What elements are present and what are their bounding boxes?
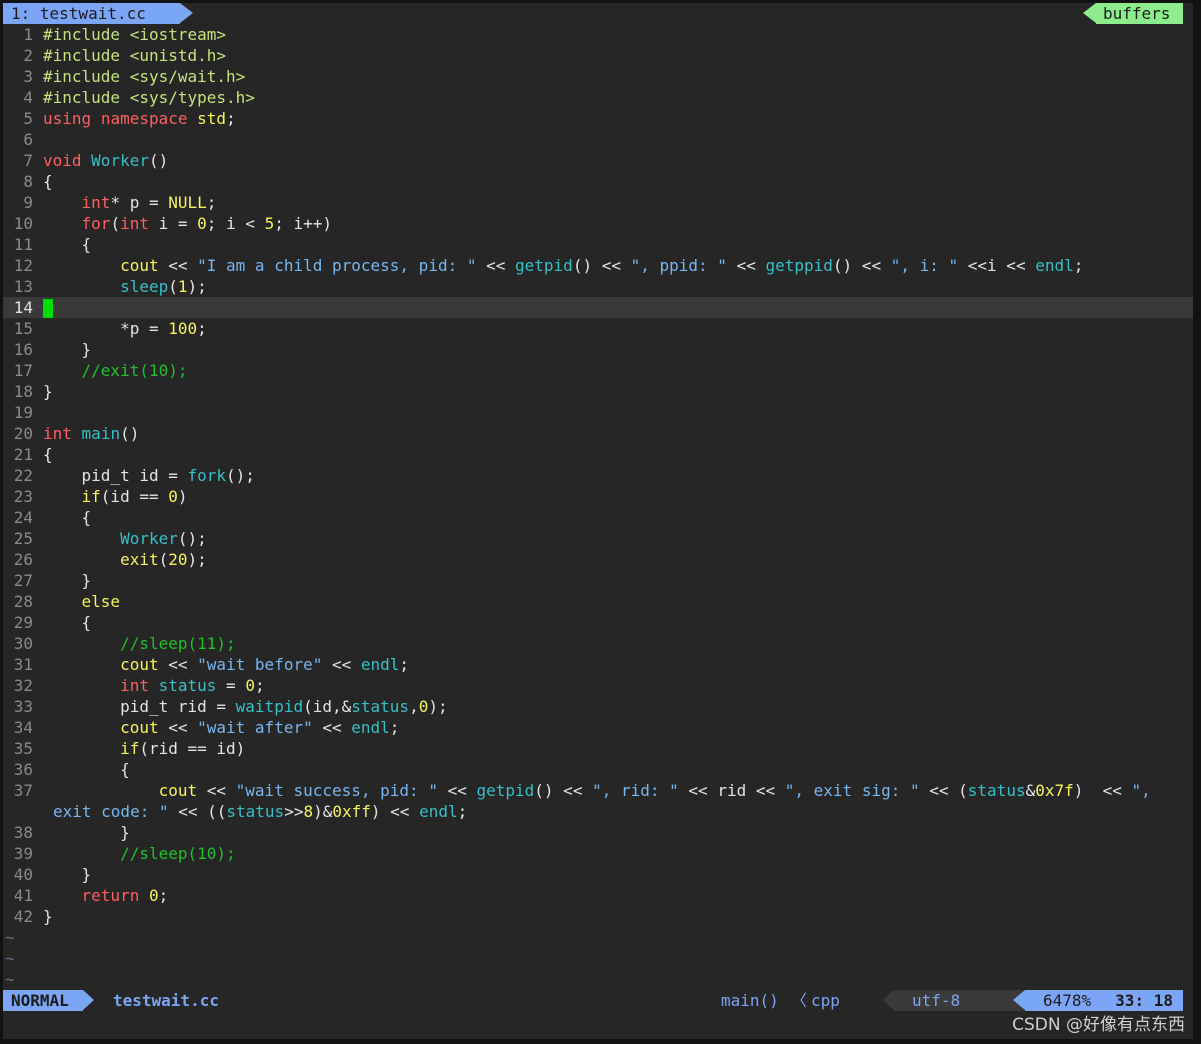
code-line: 2 #include <unistd.h> bbox=[23, 46, 227, 65]
status-encoding: utf-8 bbox=[894, 990, 1024, 1011]
code-line: 34 cout << "wait after" << endl; bbox=[13, 718, 400, 737]
position-arrow-separator bbox=[1013, 990, 1025, 1010]
code-line: 5 using namespace std; bbox=[23, 109, 236, 128]
status-function: main() bbox=[721, 991, 779, 1010]
status-position: 6478% 33: 18 bbox=[1025, 990, 1183, 1011]
code-line: 30 //sleep(11); bbox=[13, 634, 236, 653]
code-line: 11 { bbox=[13, 235, 92, 254]
code-line: 17 //exit(10); bbox=[13, 361, 188, 380]
code-line: 42} bbox=[13, 907, 53, 926]
code-line: 25 Worker(); bbox=[13, 529, 207, 548]
status-cursor-position: 33: 18 bbox=[1115, 991, 1173, 1010]
code-line: 32 int status = 0; bbox=[13, 676, 265, 695]
terminal-window: 1: testwait.cc buffers 1 #include <iostre… bbox=[3, 3, 1193, 1039]
code-line: 18} bbox=[13, 382, 53, 401]
encoding-arrow-separator bbox=[883, 990, 894, 1010]
code-line: 37 cout << "wait success, pid: " << getp… bbox=[13, 781, 1151, 800]
code-line: 9 int* p = NULL; bbox=[23, 193, 217, 212]
code-line: 26 exit(20); bbox=[13, 550, 207, 569]
code-line: 41 return 0; bbox=[13, 886, 169, 905]
code-line: 10 for(int i = 0; i < 5; i++) bbox=[13, 214, 333, 233]
buffers-arrow-separator bbox=[1083, 3, 1096, 23]
code-line: 39 //sleep(10); bbox=[13, 844, 236, 863]
text-cursor bbox=[43, 299, 53, 318]
code-line: 22 pid_t id = fork(); bbox=[13, 466, 255, 485]
empty-line-marker: ~ bbox=[5, 949, 15, 968]
status-filename: testwait.cc bbox=[113, 991, 219, 1010]
code-line: 13 sleep(1); bbox=[13, 277, 207, 296]
mode-arrow-separator bbox=[83, 990, 94, 1010]
code-line: 16 } bbox=[13, 340, 92, 359]
code-line: 35 if(rid == id) bbox=[13, 739, 246, 758]
code-line: 12 cout << "I am a child process, pid: "… bbox=[13, 256, 1084, 275]
code-line: 24 { bbox=[13, 508, 92, 527]
tabline: 1: testwait.cc buffers bbox=[3, 3, 1193, 24]
code-line-wrapped: exit code: " << ((status>>8)&0xff) << en… bbox=[53, 802, 468, 821]
watermark: CSDN @好像有点东西 bbox=[1012, 1015, 1185, 1035]
code-line: 6 bbox=[23, 130, 33, 149]
empty-line-marker: ~ bbox=[5, 970, 15, 989]
code-line: 3 #include <sys/wait.h> bbox=[23, 67, 246, 86]
code-line: 31 cout << "wait before" << endl; bbox=[13, 655, 410, 674]
code-line: 8{ bbox=[23, 172, 53, 191]
code-line: 21{ bbox=[13, 445, 53, 464]
code-line: 15 *p = 100; bbox=[13, 319, 207, 338]
tab-arrow-separator bbox=[180, 3, 193, 23]
buffers-indicator[interactable]: buffers bbox=[1096, 3, 1183, 24]
code-line: 33 pid_t rid = waitpid(id,&status,0); bbox=[13, 697, 448, 716]
tab-testwait[interactable]: 1: testwait.cc bbox=[3, 3, 180, 24]
code-line: 4 #include <sys/types.h> bbox=[23, 88, 255, 107]
statusline: NORMAL testwait.cc main() 〈 cpp utf-8 64… bbox=[3, 990, 1193, 1011]
code-line: 1 #include <iostream> bbox=[23, 25, 227, 44]
code-line: 38 } bbox=[13, 823, 130, 842]
code-line: 27 } bbox=[13, 571, 92, 590]
code-line: 36 { bbox=[13, 760, 130, 779]
code-line: 29 { bbox=[13, 613, 92, 632]
code-line: 40 } bbox=[13, 865, 92, 884]
code-buffer[interactable]: 1 #include <iostream> 2 #include <unistd.h… bbox=[3, 24, 1193, 990]
code-line-current: 14 bbox=[3, 297, 1193, 318]
status-filetype: cpp bbox=[811, 991, 840, 1010]
code-line: 28 else bbox=[13, 592, 121, 611]
status-percent: 6478% bbox=[1043, 991, 1092, 1010]
code-line: 20 int main() bbox=[13, 424, 140, 443]
empty-line-marker: ~ bbox=[5, 928, 15, 947]
chevron-left-icon: 〈 bbox=[791, 991, 808, 1010]
mode-indicator: NORMAL bbox=[3, 990, 83, 1011]
code-line: 19 bbox=[13, 403, 33, 422]
code-line: 23 if(id == 0) bbox=[13, 487, 188, 506]
code-line: 7 void Worker() bbox=[23, 151, 169, 170]
